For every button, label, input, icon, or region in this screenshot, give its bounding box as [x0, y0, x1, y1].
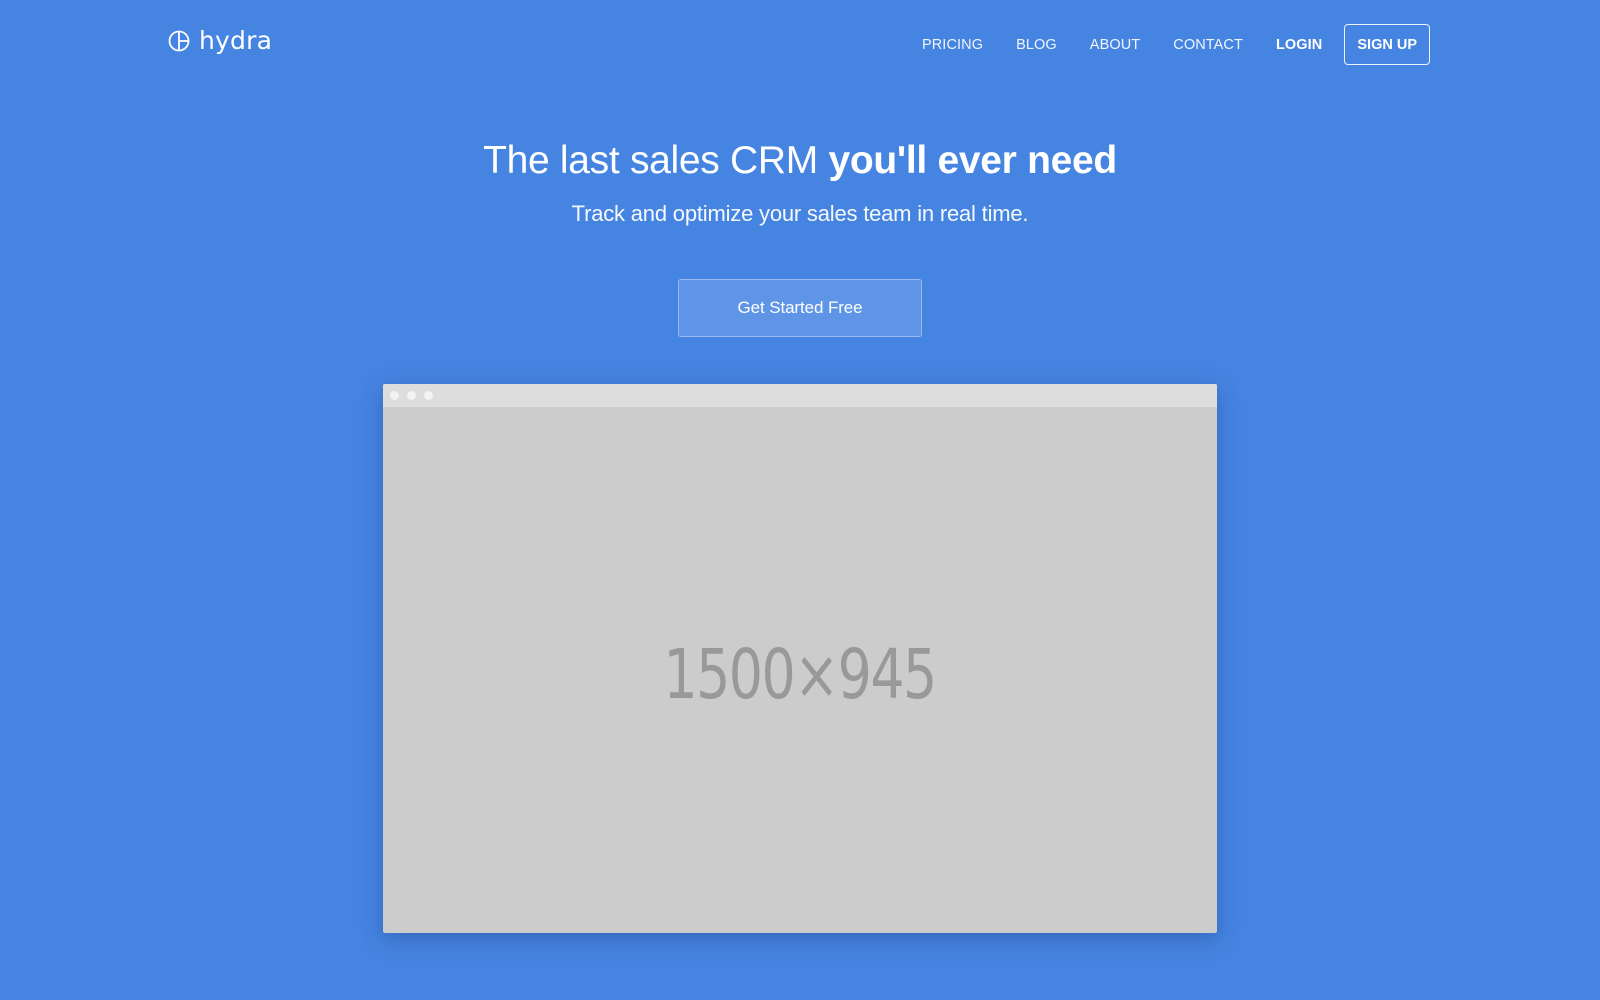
browser-mockup: 1500×945: [383, 384, 1217, 933]
main-nav: PRICING BLOG ABOUT CONTACT LOGIN SIGN UP: [922, 24, 1430, 65]
hero-title-bold: you'll ever need: [828, 139, 1117, 182]
nav-login-link[interactable]: LOGIN: [1276, 37, 1322, 53]
hero-subtitle: Track and optimize your sales team in re…: [571, 201, 1029, 226]
window-dot-icon: [390, 391, 399, 400]
brand-logo[interactable]: hydra: [168, 24, 272, 58]
landing-page: hydra PRICING BLOG ABOUT CONTACT LOGIN S…: [0, 0, 1600, 1000]
window-dot-icon: [424, 391, 433, 400]
screenshot-placeholder: 1500×945: [383, 407, 1217, 933]
nav-blog-link[interactable]: BLOG: [1016, 37, 1057, 53]
nav-contact-link[interactable]: CONTACT: [1173, 37, 1243, 53]
hero-title-light: The last sales CRM: [483, 139, 829, 182]
get-started-button[interactable]: Get Started Free: [678, 279, 922, 337]
signup-button[interactable]: SIGN UP: [1344, 24, 1430, 65]
hydra-logo-icon: [168, 30, 190, 52]
browser-mockup-titlebar: [383, 384, 1217, 407]
nav-about-link[interactable]: ABOUT: [1090, 37, 1140, 53]
placeholder-dimensions-text: 1500×945: [663, 635, 938, 715]
window-dot-icon: [407, 391, 416, 400]
hero-title: The last sales CRM you'll ever need: [0, 136, 1600, 186]
nav-pricing-link[interactable]: PRICING: [922, 37, 983, 53]
brand-name: hydra: [199, 26, 273, 55]
